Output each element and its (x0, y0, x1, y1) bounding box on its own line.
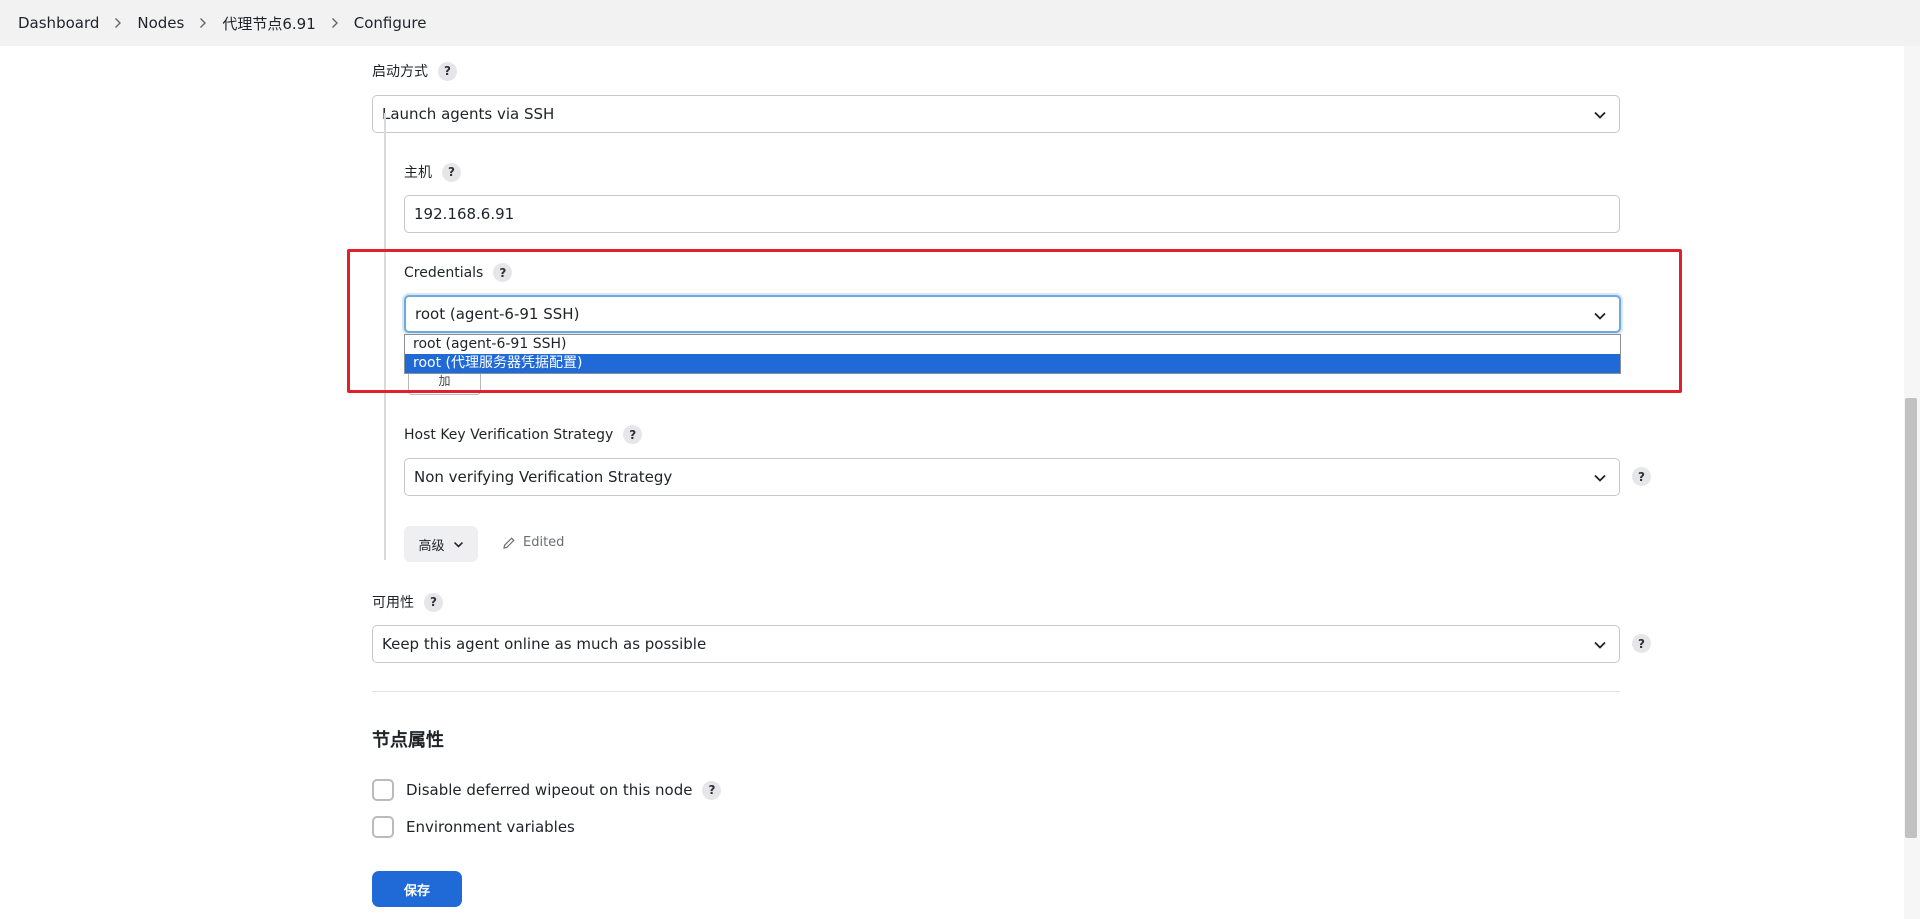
chevron-down-icon (1594, 641, 1606, 649)
availability-label-text: 可用性 (372, 595, 414, 611)
host-input[interactable]: 192.168.6.91 (404, 195, 1620, 233)
red-highlight-annotation (347, 249, 1682, 393)
availability-select[interactable]: Keep this agent online as much as possib… (372, 625, 1620, 663)
chevron-right-icon (112, 16, 124, 30)
checkbox-row-disable-deferred-wipeout: Disable deferred wipeout on this node ? (372, 779, 722, 801)
help-icon[interactable]: ? (438, 61, 457, 81)
edited-label: Edited (523, 535, 565, 550)
availability-value: Keep this agent online as much as possib… (382, 635, 707, 653)
disable-deferred-wipeout-label: Disable deferred wipeout on this node (406, 781, 693, 799)
scrollbar-thumb[interactable] (1905, 398, 1917, 838)
help-icon[interactable]: ? (623, 425, 643, 444)
host-label-text: 主机 (404, 165, 432, 181)
breadcrumb-dashboard[interactable]: Dashboard (18, 14, 99, 32)
save-button[interactable]: 保存 (372, 871, 462, 907)
breadcrumb: Dashboard Nodes 代理节点6.91 Configure (0, 0, 1920, 46)
advanced-button[interactable]: 高级 (404, 526, 478, 562)
breadcrumb-agent-node[interactable]: 代理节点6.91 (222, 13, 315, 34)
help-icon[interactable]: ? (1632, 634, 1651, 653)
edited-indicator: Edited (502, 535, 564, 550)
launch-method-label-text: 启动方式 (372, 64, 428, 80)
help-icon[interactable]: ? (442, 162, 461, 182)
breadcrumb-nodes[interactable]: Nodes (137, 14, 184, 32)
section-divider (372, 691, 1620, 692)
disable-deferred-wipeout-checkbox[interactable] (372, 779, 394, 801)
host-label: 主机 ? (404, 162, 461, 182)
chevron-down-icon (1594, 474, 1606, 482)
host-key-strategy-value: Non verifying Verification Strategy (414, 468, 673, 486)
help-icon[interactable]: ? (424, 592, 443, 612)
help-icon[interactable]: ? (702, 780, 722, 800)
checkbox-row-environment-variables: Environment variables (372, 816, 575, 838)
chevron-right-icon (197, 16, 209, 30)
chevron-down-icon (1594, 111, 1606, 119)
breadcrumb-configure[interactable]: Configure (354, 14, 427, 32)
node-properties-title: 节点属性 (372, 730, 444, 751)
availability-label: 可用性 ? (372, 592, 443, 612)
advanced-label: 高级 (418, 538, 445, 554)
launch-method-select[interactable]: Launch agents via SSH (372, 95, 1620, 133)
environment-variables-label: Environment variables (406, 818, 575, 836)
chevron-right-icon (329, 16, 341, 30)
chevron-down-icon (453, 541, 463, 548)
host-key-strategy-label: Host Key Verification Strategy ? (404, 425, 643, 444)
help-icon[interactable]: ? (1632, 467, 1651, 486)
launch-method-label: 启动方式 ? (372, 61, 457, 81)
save-bar (0, 855, 1904, 919)
pencil-icon (503, 536, 515, 549)
host-key-strategy-label-text: Host Key Verification Strategy (404, 426, 614, 443)
host-value: 192.168.6.91 (414, 205, 515, 223)
host-key-strategy-select[interactable]: Non verifying Verification Strategy (404, 458, 1620, 496)
environment-variables-checkbox[interactable] (372, 816, 394, 838)
launch-method-value: Launch agents via SSH (382, 105, 555, 123)
